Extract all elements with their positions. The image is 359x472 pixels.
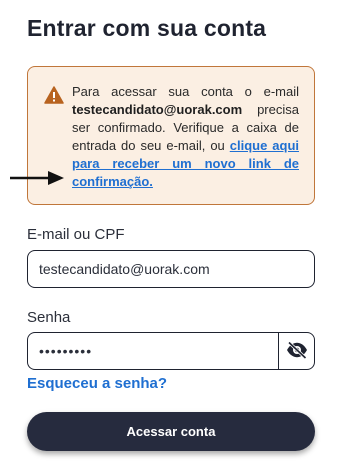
email-label: E-mail ou CPF <box>27 226 125 243</box>
alert-text-before: Para acessar sua conta o e-mail <box>72 84 299 99</box>
alert-message: Para acessar sua conta o e-mail testecan… <box>72 83 299 191</box>
password-label: Senha <box>27 309 71 326</box>
email-field[interactable] <box>27 250 315 288</box>
eye-off-icon <box>286 340 308 362</box>
submit-button[interactable]: Acessar conta <box>27 412 315 451</box>
page-title: Entrar com sua conta <box>27 15 267 41</box>
arrow-right-icon <box>8 169 66 187</box>
toggle-password-visibility-button[interactable] <box>278 332 315 370</box>
password-field[interactable] <box>27 332 279 370</box>
confirmation-alert: Para acessar sua conta o e-mail testecan… <box>27 66 315 205</box>
warning-icon <box>44 86 64 104</box>
alert-email: testecandidato@uorak.com <box>72 102 243 117</box>
forgot-password-link[interactable]: Esqueceu a senha? <box>27 375 167 392</box>
